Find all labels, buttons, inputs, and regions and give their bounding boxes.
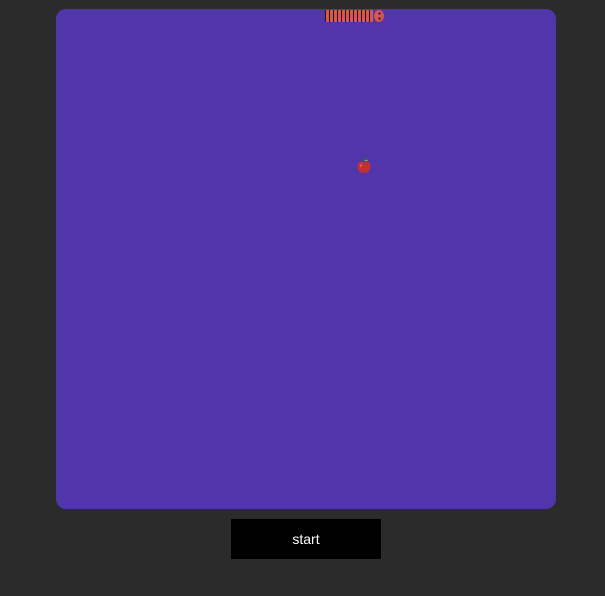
snake-head-icon <box>374 9 384 23</box>
game-page: start <box>0 0 605 596</box>
snake <box>325 9 384 23</box>
game-board[interactable] <box>56 9 556 509</box>
apple-icon <box>355 157 373 175</box>
start-button[interactable]: start <box>231 519 381 559</box>
snake-segment <box>369 10 373 22</box>
